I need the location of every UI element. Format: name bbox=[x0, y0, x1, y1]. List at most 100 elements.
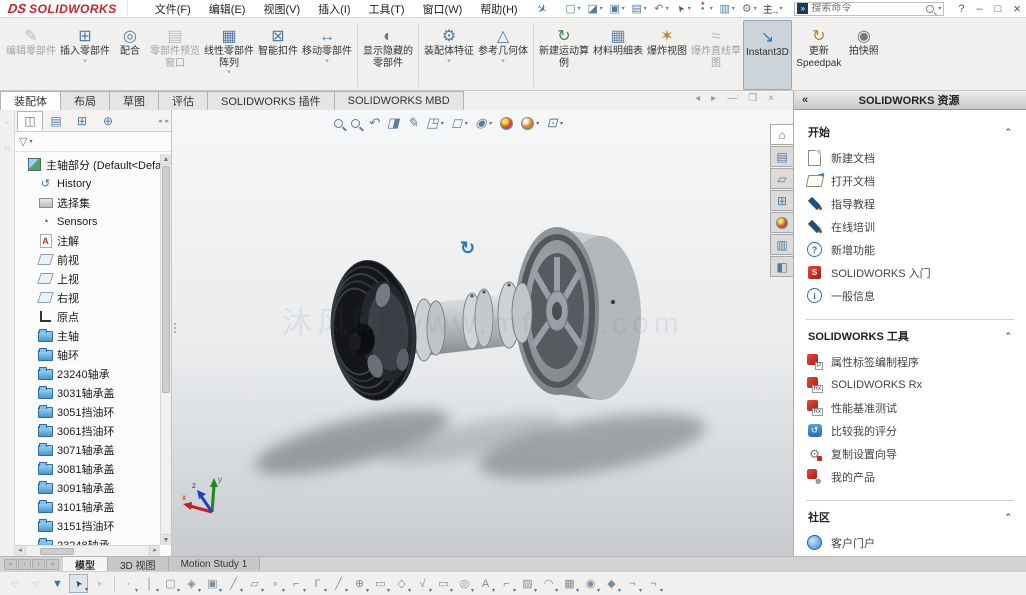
tab-nav-icon[interactable]: » bbox=[46, 559, 59, 570]
command-tab[interactable]: 评估 bbox=[159, 91, 208, 110]
tree-item[interactable]: 前视 bbox=[15, 250, 160, 269]
previous-view-icon[interactable]: ↶▾ bbox=[366, 114, 381, 132]
edit-appearance-icon[interactable]: ▾ bbox=[498, 116, 515, 131]
search-input[interactable] bbox=[811, 3, 926, 14]
filter-solid-bodies-icon[interactable]: ▣ bbox=[203, 574, 222, 593]
tree-item[interactable]: 轴环 bbox=[15, 345, 160, 364]
panel-splitter-handle[interactable] bbox=[172, 310, 177, 346]
task-pane-link[interactable]: 新建文档 bbox=[806, 146, 1014, 169]
tree-item[interactable]: 23240轴承 bbox=[15, 364, 160, 383]
hide-show-items-icon[interactable]: ◉▾ bbox=[473, 114, 493, 132]
filter-coordinate-systems-icon[interactable]: ⌐ bbox=[287, 574, 306, 593]
appearances-tab[interactable] bbox=[770, 212, 793, 233]
tabs-scroll-left-icon[interactable]: ◂ bbox=[156, 117, 164, 125]
dimxpert-tab[interactable]: ⊕ bbox=[95, 111, 121, 131]
chevron-down-icon[interactable]: ▾ bbox=[29, 138, 32, 145]
graphics-area[interactable]: 沐风网 www.mfcad.com ▾ ▾ ↶▾ ◨▾ bbox=[172, 110, 793, 556]
task-pane-link[interactable]: SOLIDWORKS 入门 bbox=[806, 261, 1014, 284]
select-other-icon[interactable]: ➤ bbox=[90, 574, 109, 593]
design-library-tab[interactable]: ▤ bbox=[770, 146, 793, 167]
menu-item[interactable]: 文件(F) bbox=[146, 0, 200, 19]
new-document-icon[interactable]: ▢▾ bbox=[563, 1, 583, 17]
ribbon-button[interactable]: 爆炸直线草图 ˅ bbox=[689, 20, 743, 90]
search-icon[interactable] bbox=[926, 5, 934, 13]
rebuild-icon[interactable]: ●▾ bbox=[695, 1, 715, 17]
tabs-scroll-right-icon[interactable]: ▸ bbox=[163, 117, 171, 125]
section-view-icon[interactable]: ◨▾ bbox=[385, 114, 401, 132]
view-settings-icon[interactable]: ⊡▾ bbox=[545, 114, 565, 132]
open-icon[interactable]: ◪▾ bbox=[585, 1, 605, 17]
pane-right-icon[interactable]: ▸ bbox=[711, 93, 716, 104]
tree-item[interactable]: 3081轴承盖 bbox=[15, 459, 160, 478]
tree-item[interactable]: 注解 bbox=[15, 231, 160, 250]
close-button[interactable]: × bbox=[1013, 1, 1021, 16]
pane-left-icon[interactable]: ◂ bbox=[695, 93, 700, 104]
task-pane-link[interactable]: 客户门户 bbox=[806, 531, 1014, 554]
study-tab[interactable]: 3D 视图 bbox=[108, 557, 169, 571]
filter-dimensions-icon[interactable]: ▭ bbox=[371, 574, 390, 593]
scroll-left-icon[interactable]: ◂ bbox=[15, 546, 26, 556]
menu-item[interactable]: 帮助(H) bbox=[471, 0, 526, 19]
doc-minimize-icon[interactable]: — bbox=[727, 93, 737, 104]
filter-planes-icon[interactable]: ▱ bbox=[245, 574, 264, 593]
filter-gtol-icon[interactable]: ⌐ bbox=[497, 574, 516, 593]
save-icon[interactable]: ▣▾ bbox=[607, 1, 627, 17]
select-icon[interactable]: ➤▾ bbox=[673, 1, 693, 17]
filter-off-icon[interactable]: ▽ bbox=[6, 574, 25, 593]
filter-edges-icon[interactable]: │ bbox=[140, 574, 159, 593]
select-cursor-icon[interactable]: ➤ bbox=[69, 574, 88, 593]
scroll-right-icon[interactable]: ▸ bbox=[149, 546, 160, 556]
apply-scene-icon[interactable]: ▾ bbox=[519, 116, 541, 131]
tab-nav-icon[interactable]: ‹ bbox=[18, 559, 31, 570]
ribbon-button[interactable]: 装配体特征 ˅ bbox=[422, 20, 476, 90]
filter-surface-finish-icon[interactable]: ◇ bbox=[392, 574, 411, 593]
filter-tables-icon[interactable]: ▦ bbox=[560, 574, 579, 593]
chevron-up-icon[interactable]: ⌃ bbox=[1004, 127, 1012, 138]
menu-item[interactable]: 窗口(W) bbox=[414, 0, 472, 19]
tree-root-item[interactable]: 主轴部分 (Default<Defau bbox=[15, 155, 160, 174]
filter-connection-points-icon[interactable]: ¬ bbox=[623, 574, 642, 593]
help-button[interactable]: ? bbox=[958, 3, 964, 15]
section-header[interactable]: 开始 ⌃ bbox=[806, 120, 1014, 146]
search-caret-icon[interactable]: ▾ bbox=[938, 5, 941, 12]
filter-weld-symbols-icon[interactable]: √ bbox=[413, 574, 432, 593]
doc-close-icon[interactable]: × bbox=[768, 93, 774, 104]
tree-item[interactable]: 3031轴承盖 bbox=[15, 383, 160, 402]
study-tab[interactable]: 模型 bbox=[63, 557, 108, 571]
scrollbar-thumb[interactable] bbox=[40, 548, 74, 555]
filter-icon[interactable]: ▽ bbox=[19, 135, 27, 148]
propertymanager-tab[interactable]: ▤ bbox=[43, 111, 69, 131]
filter-routing-points-icon[interactable]: ¬ bbox=[644, 574, 663, 593]
view-palette-tab[interactable]: ⊞ bbox=[770, 190, 793, 211]
tree-vertical-scrollbar[interactable]: ▲ ▼ bbox=[160, 154, 171, 545]
ribbon-button[interactable]: ˅ bbox=[357, 23, 358, 87]
ribbon-button[interactable]: Instant3D ˅ bbox=[743, 20, 792, 90]
ribbon-button[interactable]: 参考几何体 ˅ bbox=[476, 20, 530, 90]
tree-item[interactable]: Sensors bbox=[15, 212, 160, 231]
collapse-icon[interactable]: « bbox=[794, 94, 816, 106]
filter-midpoints-icon[interactable]: ⊕ bbox=[350, 574, 369, 593]
tree-horizontal-scrollbar[interactable]: ◂ ▸ bbox=[15, 545, 160, 556]
command-tab[interactable]: 布局 bbox=[61, 91, 110, 110]
tree-item[interactable]: 3061挡油环 bbox=[15, 421, 160, 440]
zoom-to-area-icon[interactable]: ▾ bbox=[349, 118, 362, 129]
doc-restore-icon[interactable]: ❐ bbox=[748, 93, 757, 104]
command-search[interactable]: » ▾ bbox=[794, 2, 944, 16]
file-explorer-tab[interactable]: ▱ bbox=[770, 168, 793, 189]
task-pane-link[interactable]: 指导教程 bbox=[806, 192, 1014, 215]
tab-nav-icon[interactable]: « bbox=[4, 559, 17, 570]
separator[interactable] bbox=[111, 574, 117, 593]
ribbon-button[interactable]: 爆炸视图 ˅ bbox=[645, 20, 689, 90]
tree-item[interactable]: 选择集 bbox=[15, 193, 160, 212]
assembly-model[interactable] bbox=[172, 110, 793, 556]
command-tab[interactable]: 草图 bbox=[110, 91, 159, 110]
filter-datums-icon[interactable]: A bbox=[476, 574, 495, 593]
dynamic-annotation-icon[interactable]: ✎▾ bbox=[405, 114, 420, 132]
scrollbar-thumb[interactable] bbox=[162, 166, 170, 393]
study-tab[interactable]: Motion Study 1 bbox=[169, 557, 261, 571]
scroll-down-icon[interactable]: ▼ bbox=[161, 534, 171, 545]
task-pane-link[interactable]: SOLIDWORKS Rx bbox=[806, 373, 1014, 396]
ribbon-button[interactable]: 智能扣件 ˅ bbox=[256, 20, 300, 90]
minimize-button[interactable]: – bbox=[976, 3, 982, 15]
filter-notes-icon[interactable]: ▭ bbox=[434, 574, 453, 593]
